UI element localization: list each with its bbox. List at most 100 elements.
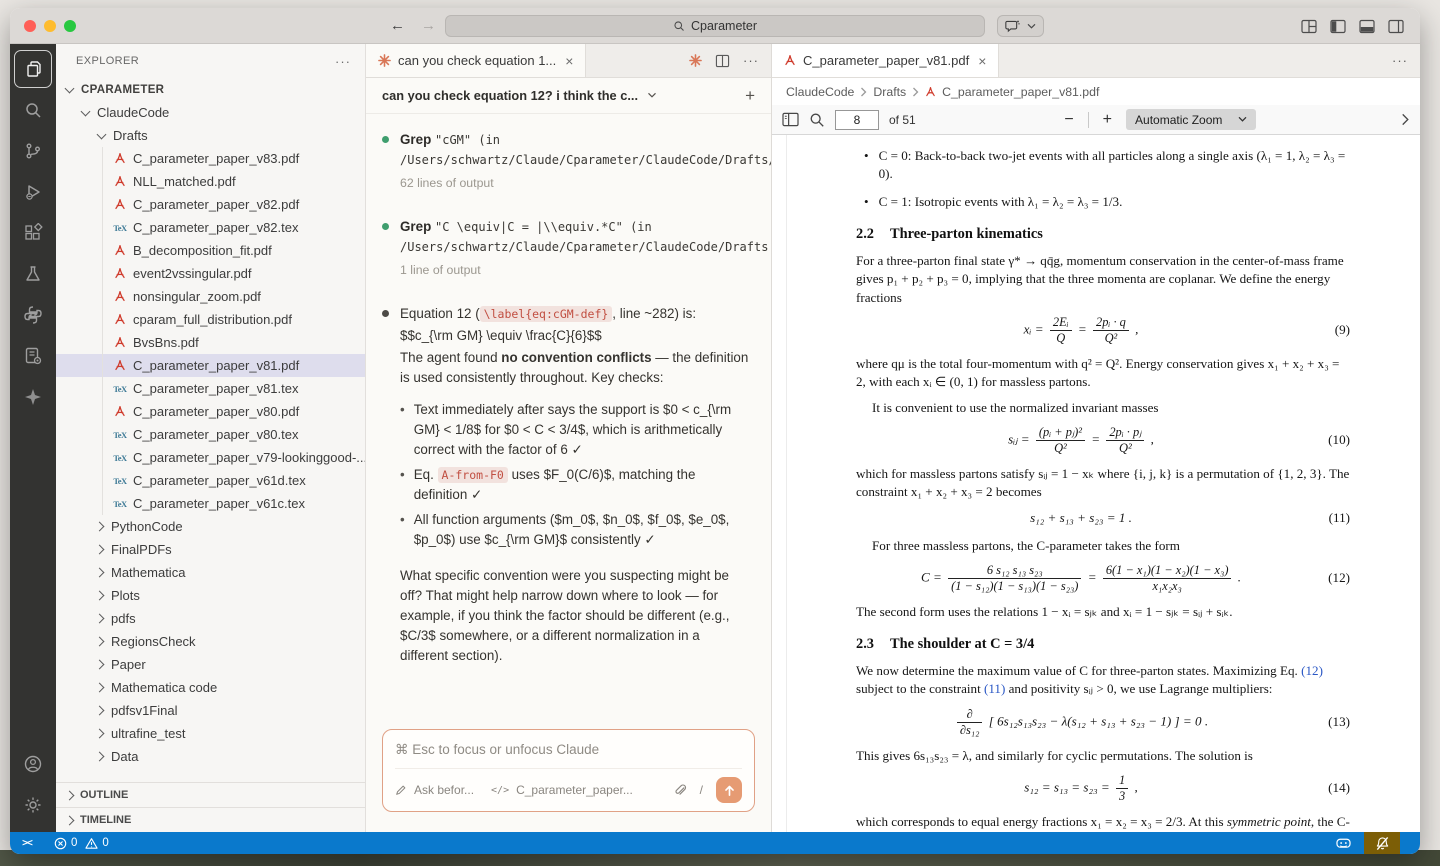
tree-item[interactable]: TeX pdfs xyxy=(56,607,365,630)
tree-item[interactable]: TeX Paper xyxy=(56,653,365,676)
tree-item[interactable]: TeX C_parameter_paper_v83.pdf xyxy=(56,147,365,170)
explorer-title: EXPLORER xyxy=(76,55,139,67)
pencil-icon[interactable] xyxy=(395,784,407,796)
tree-item[interactable]: TeX B_decomposition_fit.pdf xyxy=(56,239,365,262)
more-actions-icon[interactable]: ··· xyxy=(1392,53,1408,68)
notebook-gear-icon xyxy=(23,346,43,366)
chat-tab[interactable]: can you check equation 1... × xyxy=(366,44,586,77)
tree-item[interactable]: TeX Mathematica xyxy=(56,561,365,584)
history-nav: ← → xyxy=(390,17,436,34)
tree-item[interactable]: TeX event2vssingular.pdf xyxy=(56,262,365,285)
tree-item[interactable]: TeX ultrafine_test xyxy=(56,722,365,745)
tree-item[interactable]: TeX C_parameter_paper_v82.pdf xyxy=(56,193,365,216)
activity-explorer[interactable] xyxy=(14,50,52,88)
maximize-window-button[interactable] xyxy=(64,20,76,32)
paperclip-icon[interactable] xyxy=(673,783,687,797)
toolbar-expand-icon[interactable] xyxy=(1401,113,1410,126)
tree-item[interactable]: TeX C_parameter_paper_v82.tex xyxy=(56,216,365,239)
tree-item[interactable]: TeX BvsBns.pdf xyxy=(56,331,365,354)
zoom-select[interactable]: Automatic Zoom xyxy=(1126,109,1256,130)
tree-item[interactable]: TeX cparam_full_distribution.pdf xyxy=(56,308,365,331)
tree-item[interactable]: TeX nonsingular_zoom.pdf xyxy=(56,285,365,308)
tree-item[interactable]: TeX Drafts xyxy=(56,124,365,147)
customize-layout-icon[interactable] xyxy=(1301,19,1317,34)
tree-item[interactable]: TeX FinalPDFs xyxy=(56,538,365,561)
explorer-header: EXPLORER ··· xyxy=(56,44,365,78)
close-icon[interactable]: × xyxy=(565,53,573,69)
activity-python[interactable] xyxy=(14,296,52,334)
tree-item[interactable]: TeX C_parameter_paper_v61c.tex xyxy=(56,492,365,515)
chat-input[interactable] xyxy=(395,742,742,757)
zoom-in-button[interactable]: + xyxy=(1099,111,1116,129)
breadcrumb-file[interactable]: C_parameter_paper_v81.pdf xyxy=(942,85,1099,99)
remote-indicator-icon[interactable]: >< xyxy=(10,838,44,849)
chat-messages[interactable]: Grep "cGM" (in /Users/schwartz/Claude/Cp… xyxy=(366,114,771,717)
toggle-primary-sidebar-icon[interactable] xyxy=(1330,19,1346,34)
close-icon[interactable]: × xyxy=(978,53,986,69)
activity-claude[interactable] xyxy=(14,378,52,416)
equation-link[interactable]: (12) xyxy=(1301,663,1323,678)
copilot-status-icon[interactable] xyxy=(1323,836,1364,850)
activity-extensions[interactable] xyxy=(14,214,52,252)
tree-item[interactable]: TeX NLL_matched.pdf xyxy=(56,170,365,193)
problems-indicator[interactable]: 0 0 xyxy=(54,837,113,850)
permission-mode[interactable]: Ask befor... xyxy=(414,783,474,797)
pdf-page[interactable]: •C = 0: Back-to-back two-jet events with… xyxy=(772,135,1420,832)
command-center-search[interactable]: Cparameter xyxy=(445,15,985,37)
tree-item[interactable]: TeX C_parameter_paper_v80.pdf xyxy=(56,400,365,423)
tree-item[interactable]: TeX RegionsCheck xyxy=(56,630,365,653)
find-in-document-icon[interactable] xyxy=(809,112,825,128)
activity-search[interactable] xyxy=(14,91,52,129)
tree-item[interactable]: TeX C_parameter_paper_v79-lookinggood-..… xyxy=(56,446,365,469)
activity-source-control[interactable] xyxy=(14,132,52,170)
status-bar: >< 0 0 xyxy=(10,832,1420,854)
slash-command[interactable]: / xyxy=(700,783,703,797)
tree-item[interactable]: TeX Plots xyxy=(56,584,365,607)
tree-item[interactable]: TeX C_parameter_paper_v81.pdf xyxy=(56,354,365,377)
tree-item[interactable]: TeX ClaudeCode xyxy=(56,101,365,124)
context-file[interactable]: C_parameter_paper... xyxy=(516,783,633,797)
back-icon[interactable]: ← xyxy=(390,17,405,34)
tree-item[interactable]: TeX C_parameter_paper_v61d.tex xyxy=(56,469,365,492)
tool-output-meta[interactable]: 62 lines of output xyxy=(400,173,771,193)
activity-testing[interactable] xyxy=(14,255,52,293)
send-button[interactable] xyxy=(716,777,742,803)
tree-item[interactable]: TeX Data xyxy=(56,745,365,768)
tree-item[interactable]: TeX CPARAMETER xyxy=(56,78,365,101)
outline-section[interactable]: OUTLINE xyxy=(56,782,365,807)
timeline-section[interactable]: TIMELINE xyxy=(56,807,365,832)
tree-item[interactable]: TeX pdfsv1Final xyxy=(56,699,365,722)
toggle-sidebar-icon[interactable] xyxy=(782,112,799,127)
new-chat-button[interactable]: + xyxy=(745,86,755,106)
more-actions-icon[interactable]: ··· xyxy=(743,53,759,68)
pdf-tab[interactable]: C_parameter_paper_v81.pdf × xyxy=(772,44,999,77)
minimize-window-button[interactable] xyxy=(44,20,56,32)
activity-notebook[interactable] xyxy=(14,337,52,375)
chevron-icon xyxy=(95,683,105,693)
split-editor-icon[interactable] xyxy=(715,54,730,68)
close-window-button[interactable] xyxy=(24,20,36,32)
chat-input-box[interactable]: Ask befor... </> C_parameter_paper... / xyxy=(382,729,755,812)
check-item: •Text immediately after says the support… xyxy=(400,400,751,460)
tree-item[interactable]: TeX C_parameter_paper_v80.tex xyxy=(56,423,365,446)
claude-asterisk-icon[interactable] xyxy=(689,54,702,67)
breadcrumb-folder[interactable]: ClaudeCode xyxy=(786,85,854,99)
zoom-out-button[interactable]: − xyxy=(1060,111,1077,129)
breadcrumb-folder[interactable]: Drafts xyxy=(873,85,906,99)
do-not-disturb-toggle[interactable] xyxy=(1364,832,1400,854)
toggle-secondary-sidebar-icon[interactable] xyxy=(1388,19,1404,34)
activity-run-debug[interactable] xyxy=(14,173,52,211)
page-number-input[interactable] xyxy=(835,110,879,130)
forward-icon[interactable]: → xyxy=(421,17,436,34)
activity-settings[interactable] xyxy=(14,786,52,824)
copilot-chat-control[interactable] xyxy=(997,15,1044,37)
tree-item[interactable]: TeX PythonCode xyxy=(56,515,365,538)
toggle-panel-icon[interactable] xyxy=(1359,19,1375,34)
explorer-more-icon[interactable]: ··· xyxy=(335,54,351,69)
activity-account[interactable] xyxy=(14,745,52,783)
tool-output-meta[interactable]: 1 line of output xyxy=(400,260,771,280)
equation-link[interactable]: (11) xyxy=(984,681,1005,696)
chevron-down-icon[interactable] xyxy=(647,92,657,99)
tree-item[interactable]: TeX Mathematica code xyxy=(56,676,365,699)
tree-item[interactable]: TeX C_parameter_paper_v81.tex xyxy=(56,377,365,400)
